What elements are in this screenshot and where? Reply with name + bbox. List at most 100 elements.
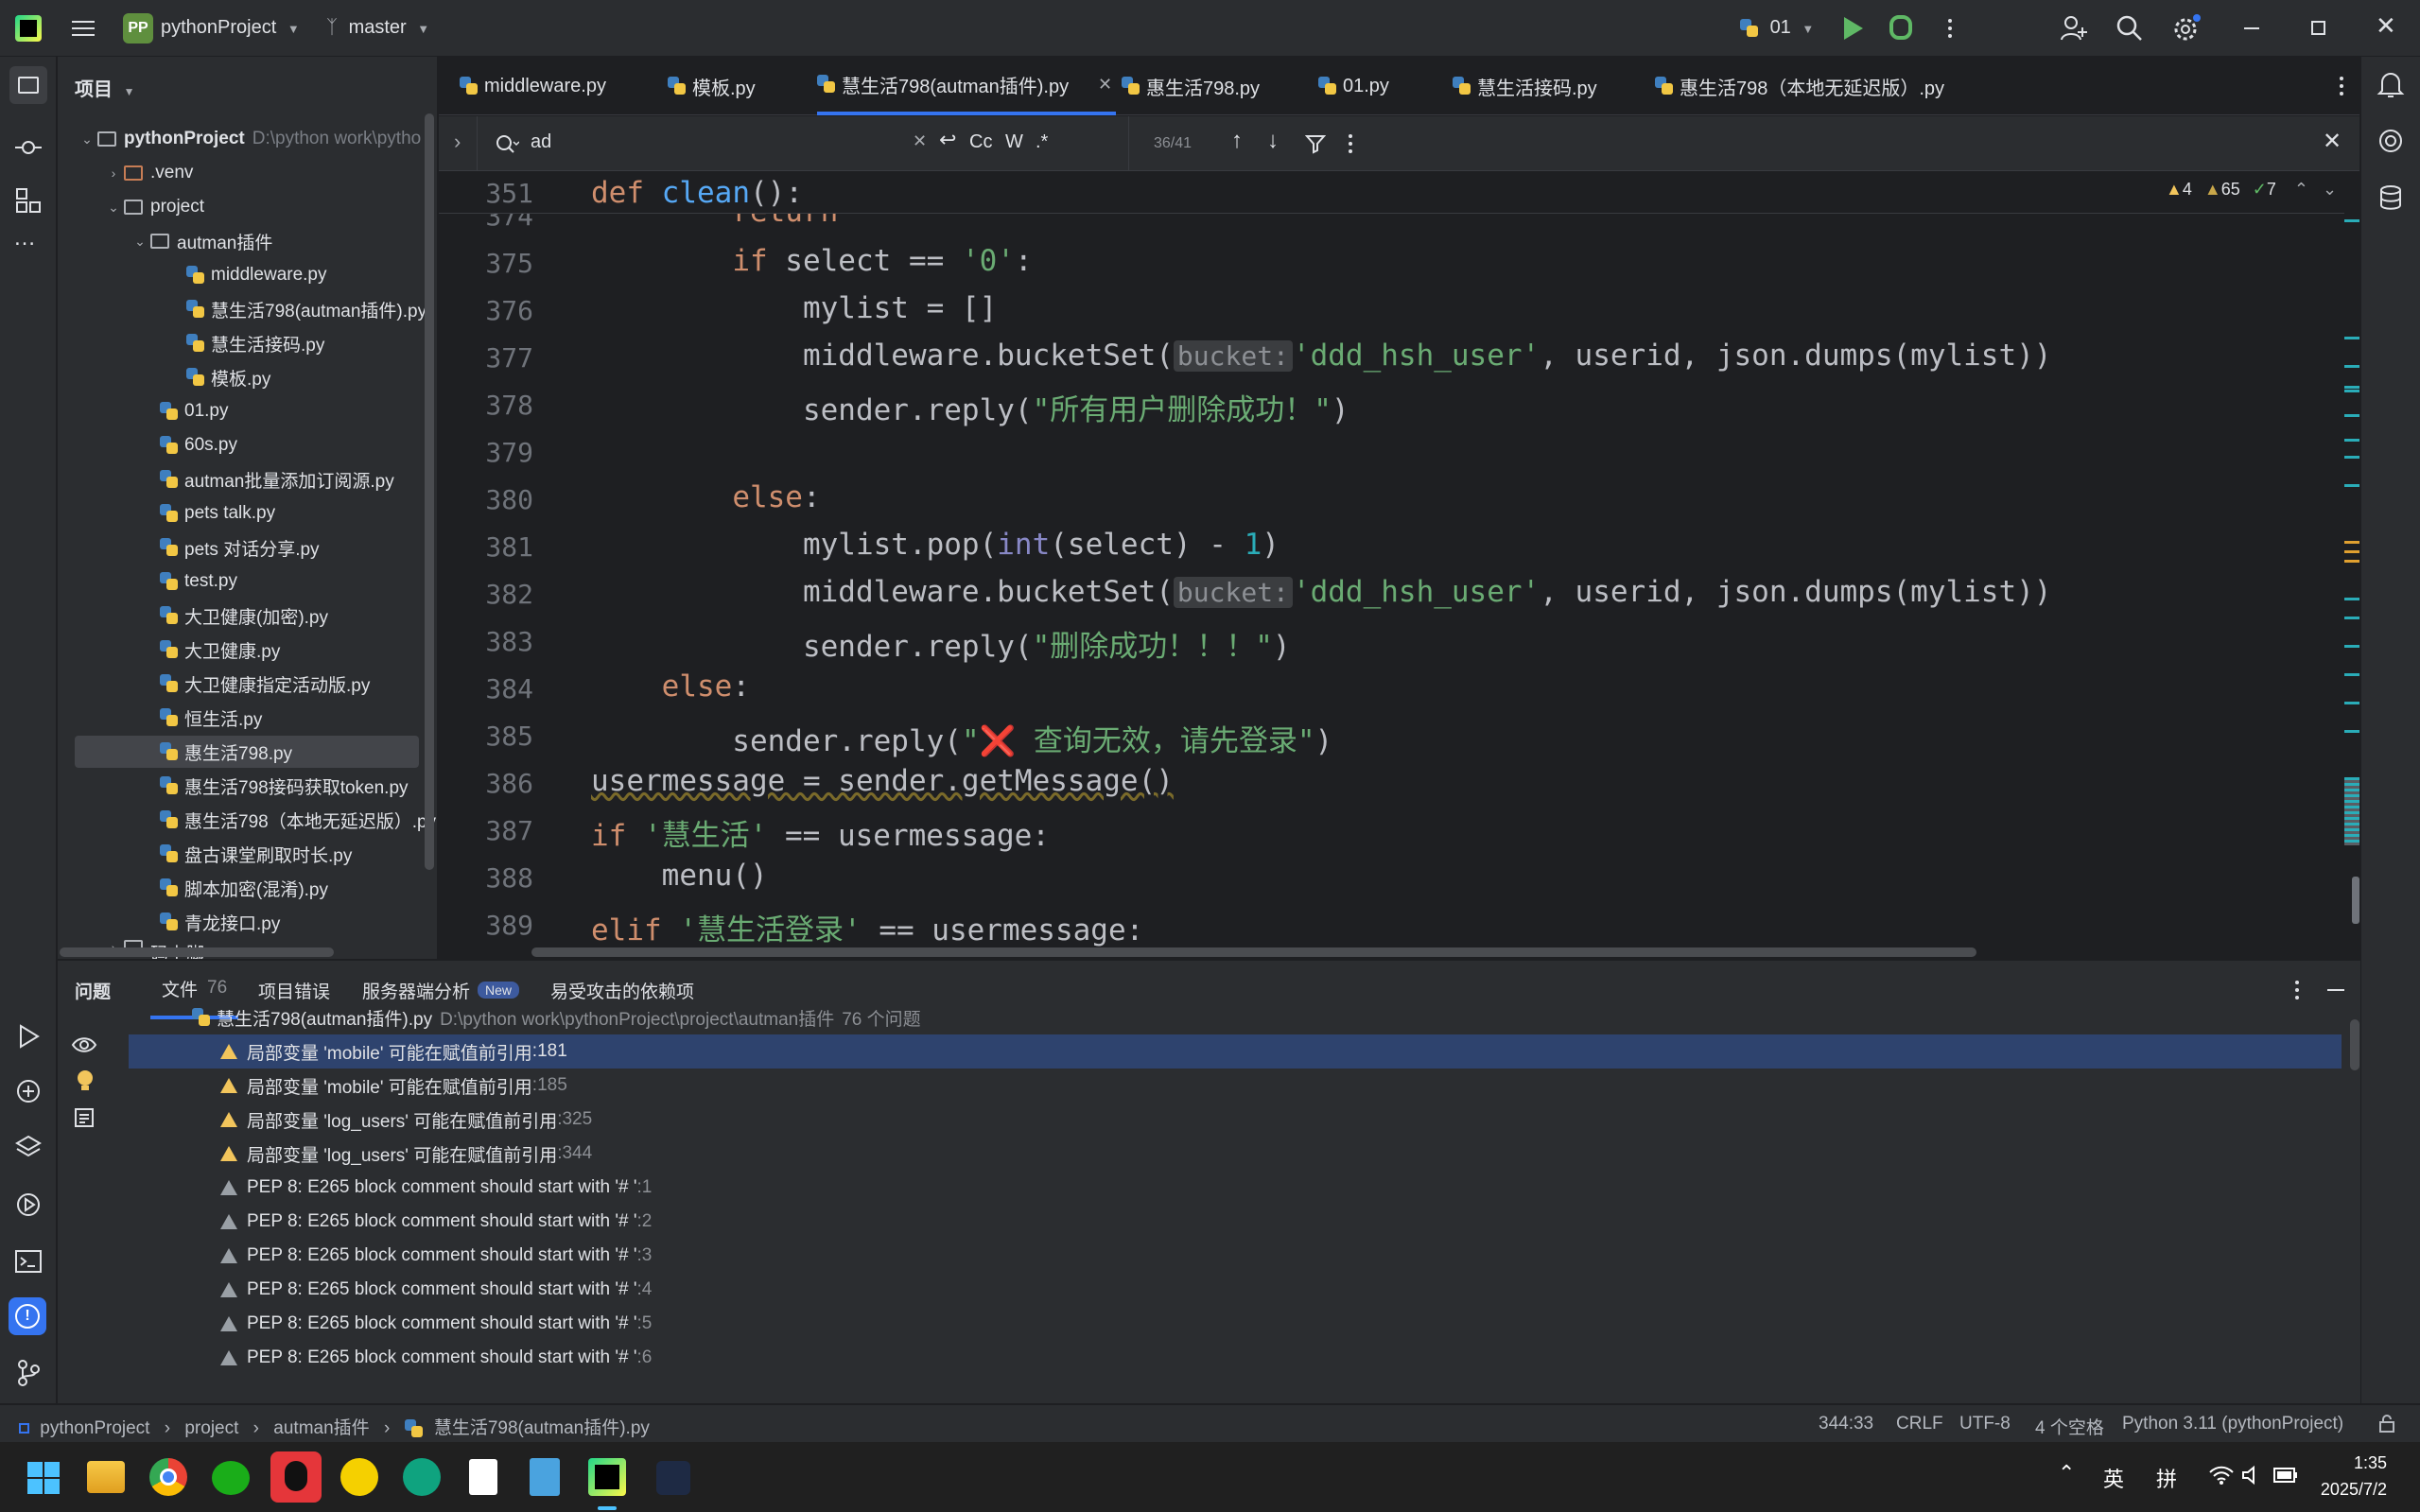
- run-icon[interactable]: [1844, 17, 1863, 40]
- tree-horizontal-scrollbar[interactable]: [60, 947, 334, 957]
- tab-problems-title[interactable]: 问题: [75, 961, 111, 1019]
- tree-file[interactable]: 模板.py: [186, 361, 270, 393]
- tree-file[interactable]: 大卫健康.py: [160, 634, 280, 666]
- tree-item-project[interactable]: ⌄ project: [103, 191, 204, 223]
- tree-file[interactable]: pets 对话分享.py: [160, 531, 320, 564]
- terminal-icon[interactable]: [13, 1246, 44, 1277]
- debug-icon[interactable]: [1889, 15, 1912, 40]
- tab-options-icon[interactable]: [2336, 72, 2347, 100]
- windows-start-icon[interactable]: [26, 1461, 61, 1495]
- caret-position[interactable]: 344:33: [1819, 1414, 1873, 1434]
- tree-file[interactable]: 脚本加密(混淆).py: [160, 872, 328, 904]
- wechat-icon[interactable]: [212, 1461, 250, 1495]
- tree-item-venv[interactable]: › .venv: [103, 157, 194, 189]
- ai-assistant-icon[interactable]: [2376, 127, 2405, 155]
- problem-row[interactable]: PEP 8: E265 block comment should start w…: [129, 1205, 2342, 1239]
- services-icon[interactable]: [13, 1190, 44, 1220]
- tree-file[interactable]: autman批量添加订阅源.py: [160, 463, 394, 495]
- find-options-icon[interactable]: [1345, 130, 1356, 158]
- database-icon[interactable]: [2376, 183, 2405, 212]
- clock-date[interactable]: 2025/7/2: [2306, 1480, 2387, 1500]
- battery-icon[interactable]: [2273, 1467, 2298, 1484]
- run-tool-icon-outline[interactable]: [13, 1021, 44, 1051]
- tree-root[interactable]: ⌄ pythonProject D:\python work\pytho: [77, 123, 421, 155]
- app-yellow-icon[interactable]: [340, 1458, 378, 1496]
- previous-highlight-icon[interactable]: ⌃: [2294, 180, 2308, 199]
- problem-row[interactable]: 局部变量 'mobile' 可能在赋值前引用:185: [129, 1069, 2342, 1103]
- python-interpreter[interactable]: Python 3.11 (pythonProject): [2122, 1414, 2343, 1434]
- clear-search-icon[interactable]: ✕: [913, 131, 927, 151]
- main-menu-icon[interactable]: [68, 15, 98, 42]
- regex-toggle[interactable]: .*: [1036, 131, 1048, 153]
- chrome-icon[interactable]: [149, 1458, 187, 1496]
- tab-01[interactable]: 01.py: [1318, 57, 1389, 115]
- problem-row-selected[interactable]: 局部变量 'mobile' 可能在赋值前引用:181: [129, 1034, 2342, 1069]
- line-separator[interactable]: CRLF: [1896, 1414, 1943, 1434]
- more-actions-icon[interactable]: [1939, 13, 1961, 43]
- problem-row[interactable]: 局部变量 'log_users' 可能在赋值前引用:325: [129, 1103, 2342, 1137]
- tree-file-selected[interactable]: 惠生活798.py: [75, 736, 419, 768]
- problem-row[interactable]: PEP 8: E265 block comment should start w…: [129, 1239, 2342, 1273]
- match-case-toggle[interactable]: Cc: [969, 131, 992, 153]
- file-encoding[interactable]: UTF-8: [1959, 1414, 2011, 1434]
- minimize-icon[interactable]: [2244, 27, 2259, 29]
- pycharm-logo-icon[interactable]: [15, 15, 42, 42]
- preview-icon[interactable]: [73, 1106, 96, 1129]
- error-stripe[interactable]: [2344, 172, 2359, 959]
- read-only-lock-icon[interactable]: [2377, 1415, 2396, 1434]
- breadcrumb-item[interactable]: 慧生活798(autman插件).py: [434, 1418, 650, 1438]
- show-hidden-icons[interactable]: ⌃: [2058, 1461, 2075, 1486]
- breadcrumb-item[interactable]: pythonProject: [40, 1418, 149, 1438]
- find-query[interactable]: ad: [531, 131, 551, 153]
- project-tool-icon[interactable]: [9, 66, 47, 104]
- git-icon[interactable]: [13, 1358, 44, 1388]
- add-user-icon[interactable]: [2060, 14, 2088, 43]
- project-selector[interactable]: pythonProject ▼: [161, 17, 300, 39]
- breadcrumb-item[interactable]: autman插件: [273, 1418, 369, 1438]
- document-icon[interactable]: [469, 1459, 497, 1495]
- problem-row[interactable]: 局部变量 'log_users' 可能在赋值前引用:344: [129, 1137, 2342, 1171]
- tree-file[interactable]: pets talk.py: [160, 497, 275, 530]
- branch-selector[interactable]: ᛉ master ▼: [326, 17, 429, 39]
- tree-item-autman[interactable]: ⌄ autman插件: [130, 225, 272, 257]
- structure-icon[interactable]: [13, 185, 44, 216]
- tree-file[interactable]: 恒生活.py: [160, 702, 262, 734]
- file-explorer-icon[interactable]: [87, 1461, 125, 1493]
- python-console-icon[interactable]: [13, 1076, 44, 1106]
- app-dark-icon[interactable]: [656, 1461, 690, 1495]
- new-line-toggle-icon[interactable]: ↩: [939, 128, 956, 152]
- search-icon[interactable]: [2115, 14, 2144, 43]
- tree-file[interactable]: 60s.py: [160, 429, 237, 461]
- tree-file[interactable]: 慧生活接码.py: [186, 327, 324, 359]
- notifications-icon[interactable]: [2376, 70, 2405, 100]
- tree-file[interactable]: middleware.py: [186, 259, 327, 291]
- problem-row[interactable]: PEP 8: E265 block comment should start w…: [129, 1341, 2342, 1375]
- tree-file[interactable]: 盘古课堂刷取时长.py: [160, 838, 352, 870]
- settings-gear-icon[interactable]: [2171, 13, 2202, 43]
- hide-panel-icon[interactable]: [2327, 989, 2344, 991]
- more-tools-icon[interactable]: …: [13, 225, 38, 252]
- breadcrumb-item[interactable]: project: [184, 1418, 238, 1438]
- tab-hsh-local[interactable]: 惠生活798（本地无延迟版）.py: [1655, 57, 1944, 115]
- tree-file[interactable]: 惠生活798（本地无延迟版）.py: [160, 804, 436, 836]
- close-find-icon[interactable]: ✕: [2323, 128, 2342, 155]
- lightbulb-icon[interactable]: [75, 1069, 96, 1093]
- tab-hsh-code[interactable]: 慧生活接码.py: [1453, 57, 1597, 115]
- problems-tool-icon[interactable]: !: [9, 1297, 46, 1335]
- volume-icon[interactable]: [2241, 1465, 2262, 1486]
- project-badge[interactable]: PP: [123, 13, 153, 43]
- tree-file[interactable]: 慧生活798(autman插件).py: [186, 293, 427, 325]
- close-tab-icon[interactable]: ✕: [1098, 75, 1112, 95]
- editor-horizontal-scrollbar[interactable]: [531, 947, 1976, 957]
- pycharm-taskbar-icon[interactable]: [588, 1458, 626, 1496]
- run-config-selector[interactable]: 01 ▼: [1740, 17, 1814, 39]
- indent-setting[interactable]: 4 个空格: [2035, 1414, 2104, 1439]
- restore-icon[interactable]: [2311, 21, 2325, 35]
- tab-middleware[interactable]: middleware.py: [460, 57, 606, 115]
- inspection-widget[interactable]: ▲4 ▲65 ✓7 ⌃ ⌄: [2166, 180, 2337, 200]
- tab-template[interactable]: 模板.py: [668, 57, 756, 115]
- tree-file[interactable]: test.py: [160, 565, 237, 598]
- ime-mode[interactable]: 拼: [2156, 1463, 2177, 1493]
- eye-icon[interactable]: [71, 1034, 97, 1055]
- wifi-icon[interactable]: [2209, 1465, 2234, 1486]
